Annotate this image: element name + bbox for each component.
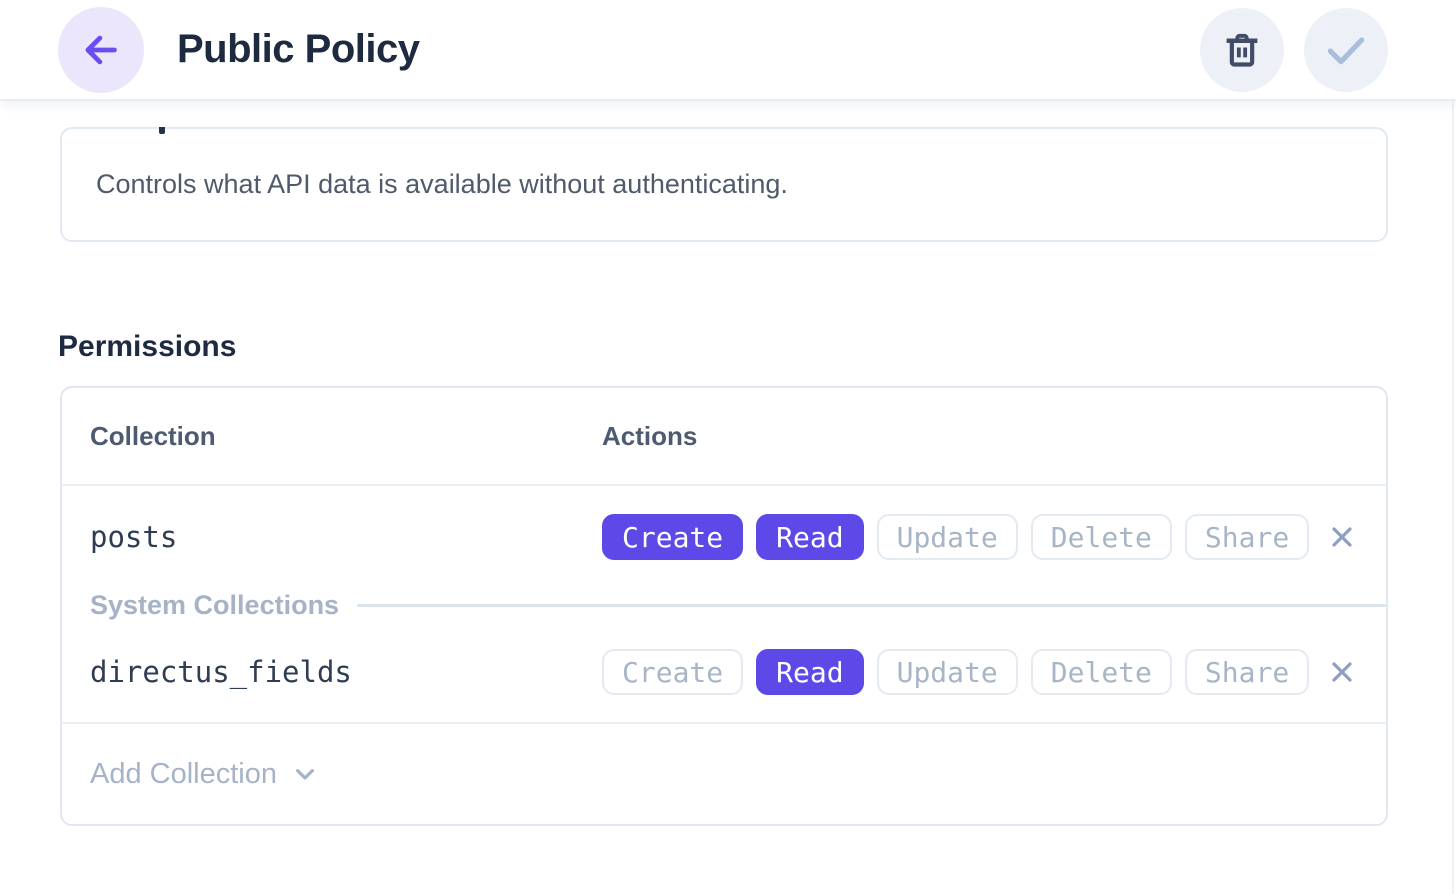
permissions-table: Collection Actions postsCreateReadUpdate… <box>60 386 1388 826</box>
clipped-field-label-fragment <box>159 127 165 134</box>
system-collections-label: System Collections <box>90 590 339 621</box>
permissions-table-header: Collection Actions <box>62 388 1386 486</box>
save-policy-button[interactable] <box>1304 8 1388 92</box>
close-icon <box>1326 521 1358 553</box>
back-button[interactable] <box>58 7 144 93</box>
header-actions <box>1200 8 1388 92</box>
remove-directus_fields-button[interactable] <box>1322 652 1362 692</box>
page-title: Public Policy <box>177 27 419 72</box>
actions-cell: CreateReadUpdateDeleteShare <box>602 649 1298 695</box>
description-value: Controls what API data is available with… <box>96 169 788 200</box>
permissions-heading: Permissions <box>58 330 1388 364</box>
read-posts-toggle[interactable]: Read <box>756 514 863 560</box>
check-icon <box>1321 25 1371 75</box>
drawer-body: Controls what API data is available with… <box>0 127 1456 826</box>
share-directus_fields-toggle[interactable]: Share <box>1185 649 1309 695</box>
create-directus_fields-toggle[interactable]: Create <box>602 649 743 695</box>
arrow-left-icon <box>78 27 124 73</box>
delete-policy-button[interactable] <box>1200 8 1284 92</box>
actions-column-header: Actions <box>602 421 1298 452</box>
actions-cell: CreateReadUpdateDeleteShare <box>602 514 1298 560</box>
trash-icon <box>1221 29 1263 71</box>
panel-right-edge-lower <box>1452 101 1454 894</box>
divider-line <box>357 604 1386 607</box>
permission-row-posts: postsCreate Read Update Delete Share <box>62 486 1386 588</box>
collection-column-header: Collection <box>62 421 602 452</box>
permission-row-directus_fields: directus_fieldsCreate Read Update Delete Sha… <box>62 622 1386 724</box>
delete-directus_fields-toggle[interactable]: Delete <box>1031 649 1172 695</box>
remove-posts-button[interactable] <box>1322 517 1362 557</box>
add-collection-button[interactable]: Add Collection <box>62 724 1386 824</box>
system-collections-divider: System Collections <box>62 588 1386 622</box>
description-input[interactable]: Controls what API data is available with… <box>60 127 1388 242</box>
delete-posts-toggle[interactable]: Delete <box>1031 514 1172 560</box>
permissions-rows: postsCreateReadUpdateDeleteShareSystem C… <box>62 486 1386 724</box>
collection-name: directus_fields <box>62 655 602 689</box>
chevron-down-icon <box>289 758 321 790</box>
add-collection-label: Add Collection <box>90 758 277 791</box>
share-posts-toggle[interactable]: Share <box>1185 514 1309 560</box>
create-posts-toggle[interactable]: Create <box>602 514 743 560</box>
collection-name: posts <box>62 520 602 554</box>
close-icon <box>1326 656 1358 688</box>
update-directus_fields-toggle[interactable]: Update <box>877 649 1018 695</box>
update-posts-toggle[interactable]: Update <box>877 514 1018 560</box>
drawer-header: Public Policy <box>0 0 1456 101</box>
read-directus_fields-toggle[interactable]: Read <box>756 649 863 695</box>
